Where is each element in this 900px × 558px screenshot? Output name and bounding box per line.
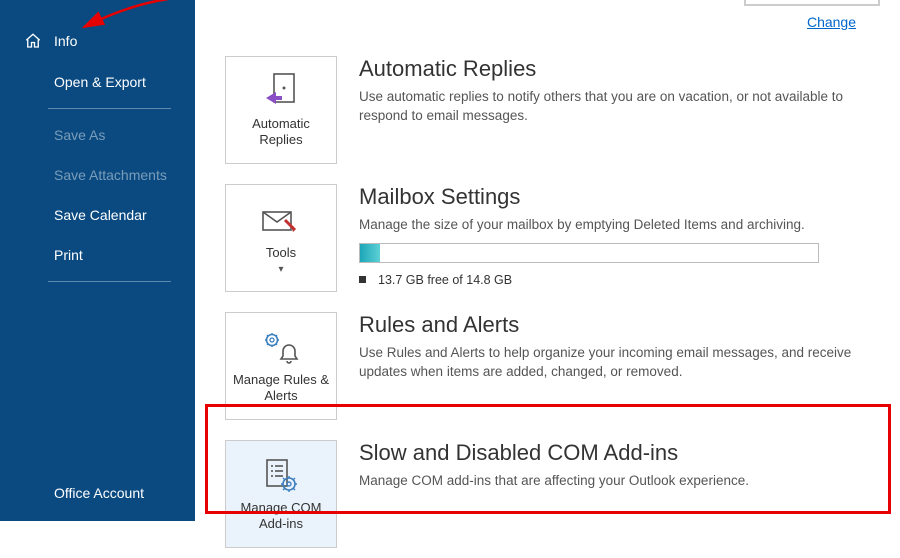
section-desc: Manage the size of your mailbox by empty… xyxy=(359,216,870,235)
tile-tools[interactable]: Tools ▾ xyxy=(225,184,337,292)
tile-label: Tools xyxy=(260,245,302,261)
sidebar-item-label: Save As xyxy=(54,127,105,143)
tile-label: Automatic Replies xyxy=(226,116,336,149)
tools-icon xyxy=(261,201,301,241)
tile-com-addins[interactable]: Manage COM Add-ins xyxy=(225,440,337,548)
tile-rules-alerts[interactable]: Manage Rules & Alerts xyxy=(225,312,337,420)
addins-icon xyxy=(263,456,299,496)
sidebar-item-label: Info xyxy=(54,33,77,49)
house-icon xyxy=(24,32,42,50)
backstage-sidebar: Info Open & Export Save As Save Attachme… xyxy=(0,0,195,521)
square-bullet-icon xyxy=(359,276,366,283)
change-box-border xyxy=(744,0,880,6)
sidebar-item-label: Print xyxy=(54,247,83,263)
sidebar-divider xyxy=(48,281,171,282)
mailbox-usage-bar xyxy=(359,243,819,263)
rules-alerts-icon xyxy=(261,328,301,368)
sidebar-item-save-as: Save As xyxy=(0,115,195,155)
section-desc: Use Rules and Alerts to help organize yo… xyxy=(359,344,870,382)
section-title: Automatic Replies xyxy=(359,56,870,82)
section-automatic-replies: Automatic Replies Automatic Replies Use … xyxy=(195,0,900,174)
sidebar-item-office-account[interactable]: Office Account xyxy=(0,473,195,521)
tile-automatic-replies[interactable]: Automatic Replies xyxy=(225,56,337,164)
mailbox-usage-fill xyxy=(360,244,380,262)
sidebar-item-label: Open & Export xyxy=(54,74,146,90)
sidebar-item-save-calendar[interactable]: Save Calendar xyxy=(0,195,195,235)
change-link[interactable]: Change xyxy=(807,14,856,30)
mailbox-free-row: 13.7 GB free of 14.8 GB xyxy=(359,273,870,287)
sidebar-item-open-export[interactable]: Open & Export xyxy=(0,62,195,102)
sidebar-item-print[interactable]: Print xyxy=(0,235,195,275)
sidebar-item-label: Save Calendar xyxy=(54,207,147,223)
section-com-addins: Manage COM Add-ins Slow and Disabled COM… xyxy=(195,430,900,558)
sidebar-divider xyxy=(48,108,171,109)
section-mailbox-settings: Tools ▾ Mailbox Settings Manage the size… xyxy=(195,174,900,302)
tile-label: Manage Rules & Alerts xyxy=(226,372,336,405)
section-title: Mailbox Settings xyxy=(359,184,870,210)
sidebar-item-info[interactable]: Info xyxy=(0,20,195,62)
section-desc: Use automatic replies to notify others t… xyxy=(359,88,870,126)
main-content: Change Automatic Replies Automatic Repli… xyxy=(195,0,900,521)
mailbox-free-text: 13.7 GB free of 14.8 GB xyxy=(378,273,512,287)
tile-label: Manage COM Add-ins xyxy=(226,500,336,533)
section-title: Rules and Alerts xyxy=(359,312,870,338)
auto-reply-icon xyxy=(264,72,298,112)
section-desc: Manage COM add-ins that are affecting yo… xyxy=(359,472,870,491)
section-rules-alerts: Manage Rules & Alerts Rules and Alerts U… xyxy=(195,302,900,430)
sidebar-item-label: Save Attachments xyxy=(54,167,167,183)
chevron-down-icon: ▾ xyxy=(278,264,283,275)
sidebar-item-save-attachments: Save Attachments xyxy=(0,155,195,195)
sidebar-item-label: Office Account xyxy=(54,485,144,501)
section-title: Slow and Disabled COM Add-ins xyxy=(359,440,870,466)
